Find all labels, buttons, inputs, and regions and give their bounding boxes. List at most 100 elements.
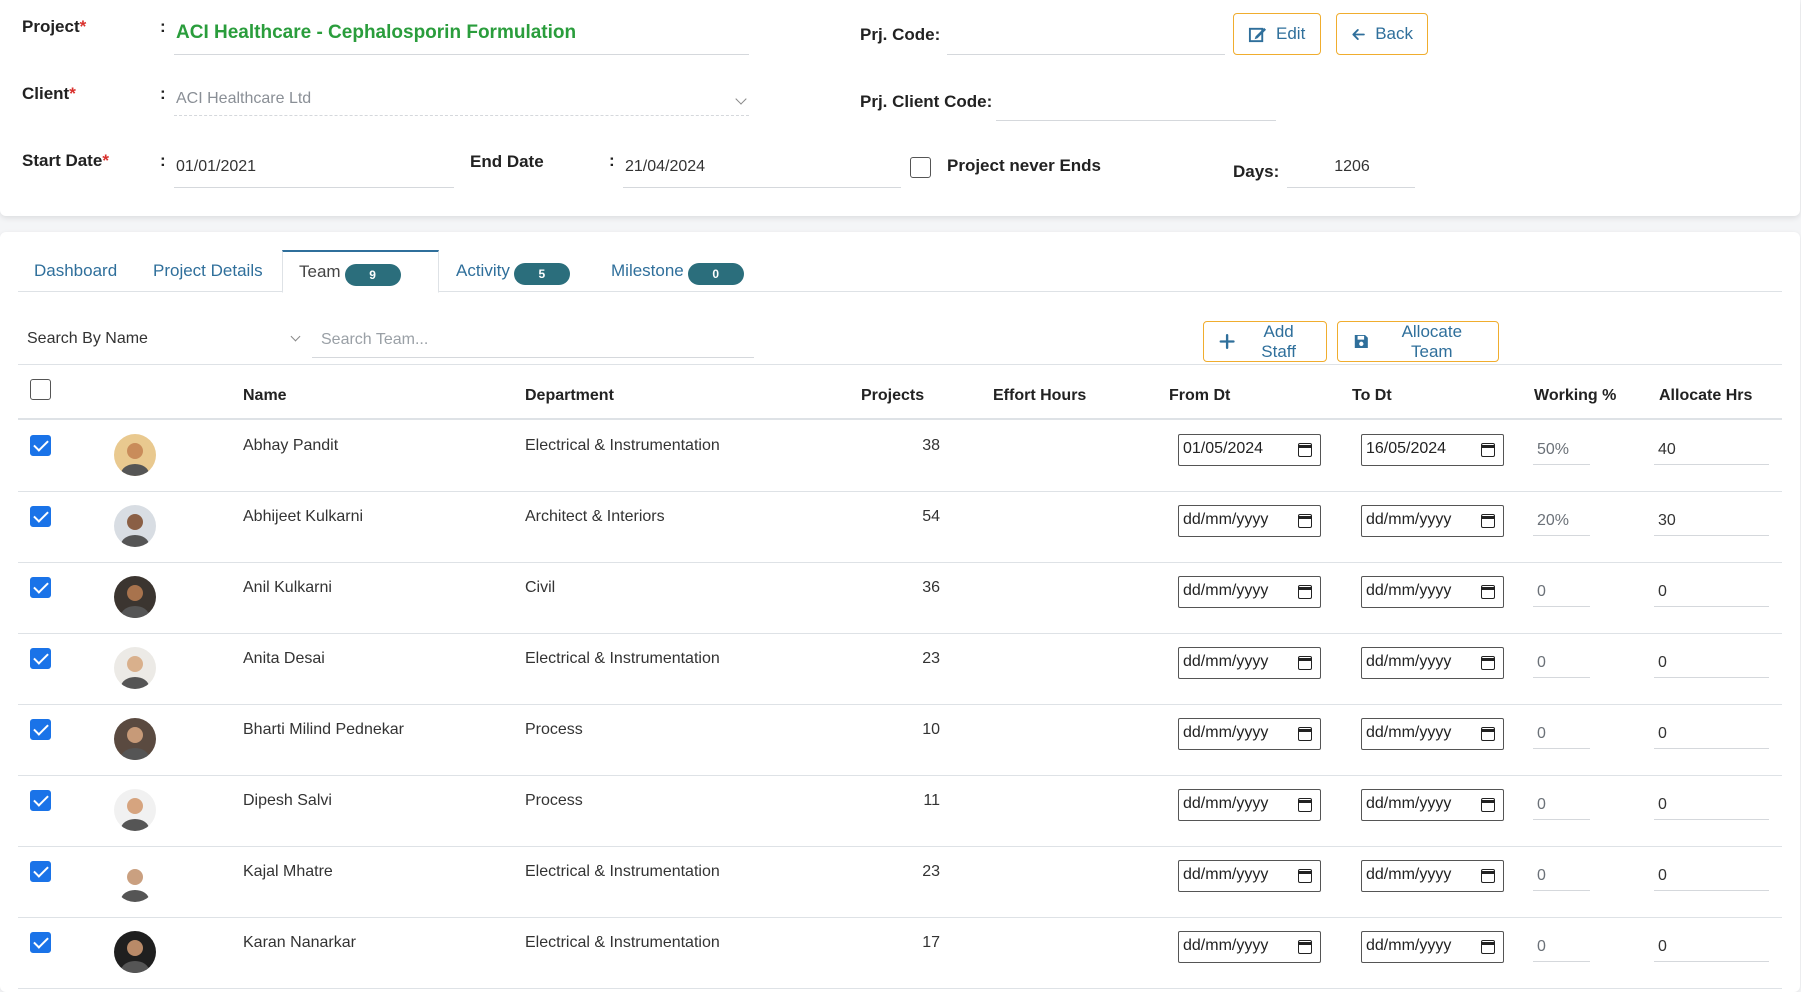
allocate-hrs-input[interactable]: 40 — [1654, 433, 1769, 465]
tab-activity[interactable]: Activity 5 — [440, 250, 586, 292]
plus-icon — [1219, 333, 1235, 350]
table-row: Kajal Mhatre Electrical & Instrumentation… — [18, 847, 1782, 918]
from-date-input[interactable]: dd/mm/yyyy — [1178, 789, 1321, 821]
back-button[interactable]: Back — [1336, 13, 1428, 55]
member-name: Anil Kulkarni — [243, 579, 332, 596]
row-checkbox[interactable] — [30, 932, 51, 953]
to-date-input[interactable]: dd/mm/yyyy — [1361, 860, 1504, 892]
prj-code-field[interactable] — [947, 22, 1225, 55]
working-pct-input[interactable]: 0 — [1533, 717, 1590, 749]
allocate-hrs-input[interactable]: 0 — [1654, 575, 1769, 607]
to-date-input[interactable]: dd/mm/yyyy — [1361, 718, 1504, 750]
row-checkbox[interactable] — [30, 648, 51, 669]
calendar-icon — [1480, 869, 1495, 883]
from-date-value: dd/mm/yyyy — [1183, 724, 1269, 741]
allocate-hrs-input[interactable]: 30 — [1654, 504, 1769, 536]
row-checkbox[interactable] — [30, 435, 51, 456]
allocate-team-button[interactable]: Allocate Team — [1337, 321, 1499, 362]
start-date-field[interactable]: 01/01/2021 — [174, 154, 454, 188]
allocate-hrs-input[interactable]: 0 — [1654, 646, 1769, 678]
edit-icon — [1248, 27, 1267, 42]
from-date-input[interactable]: dd/mm/yyyy — [1178, 718, 1321, 750]
member-projects: 11 — [923, 792, 940, 809]
allocate-team-label: Allocate Team — [1401, 321, 1463, 361]
tab-team[interactable]: Team 9 — [282, 250, 439, 293]
edit-label: Edit — [1276, 24, 1306, 43]
to-date-value: dd/mm/yyyy — [1366, 795, 1452, 812]
from-date-input[interactable]: dd/mm/yyyy — [1178, 860, 1321, 892]
from-date-input[interactable]: dd/mm/yyyy — [1178, 931, 1321, 963]
allocate-hrs-input[interactable]: 0 — [1654, 717, 1769, 749]
edit-button[interactable]: Edit — [1233, 13, 1321, 55]
member-name: Bharti Milind Pednekar — [243, 721, 404, 738]
working-pct-input[interactable]: 0 — [1533, 788, 1590, 820]
member-department: Process — [525, 721, 583, 738]
calendar-icon — [1297, 443, 1312, 457]
start-date-label: Start Date* — [22, 151, 109, 170]
row-checkbox[interactable] — [30, 506, 51, 527]
days-value: 1206 — [1287, 154, 1415, 188]
working-pct-input[interactable]: 0 — [1533, 930, 1590, 962]
working-pct-input[interactable]: 0 — [1533, 575, 1590, 607]
avatar-face — [127, 514, 143, 530]
arrow-left-icon — [1352, 28, 1365, 40]
tab-project-details[interactable]: Project Details — [137, 250, 279, 292]
table-row: Dipesh Salvi Process 11 dd/mm/yyyy dd/mm/yyy… — [18, 776, 1782, 847]
calendar-icon — [1297, 869, 1312, 883]
member-projects: 54 — [922, 508, 940, 525]
working-pct-input[interactable]: 0 — [1533, 646, 1590, 678]
working-pct-input[interactable]: 50% — [1533, 433, 1590, 465]
member-projects: 23 — [922, 863, 940, 880]
project-never-ends-label: Project never Ends — [947, 156, 1102, 175]
row-checkbox[interactable] — [30, 577, 51, 598]
prj-client-code-field[interactable] — [996, 88, 1276, 121]
row-checkbox[interactable] — [30, 790, 51, 811]
allocate-hrs-input[interactable]: 0 — [1654, 788, 1769, 820]
tab-bar: Dashboard Project Details Team 9 Activity… — [18, 250, 1782, 293]
project-name-field[interactable]: ACI Healthcare - Cephalosporin Formulati… — [174, 20, 749, 55]
tab-dashboard[interactable]: Dashboard — [18, 250, 133, 292]
search-by-select[interactable]: Search By Name — [18, 322, 308, 358]
table-row: Anita Desai Electrical & Instrumentation 2… — [18, 634, 1782, 705]
avatar-image — [114, 505, 156, 547]
tab-milestone[interactable]: Milestone 0 — [595, 250, 760, 292]
avatar-image — [114, 434, 156, 476]
client-select[interactable]: ACI Healthcare Ltd — [174, 86, 749, 116]
to-date-input[interactable]: dd/mm/yyyy — [1361, 789, 1504, 821]
calendar-icon — [1480, 585, 1495, 599]
member-projects: 17 — [922, 934, 940, 951]
end-date-field[interactable]: 21/04/2024 — [623, 154, 901, 188]
calendar-icon — [1297, 798, 1312, 812]
calendar-icon — [1480, 514, 1495, 528]
to-date-input[interactable]: dd/mm/yyyy — [1361, 505, 1504, 537]
from-date-input[interactable]: dd/mm/yyyy — [1178, 576, 1321, 608]
to-date-value: dd/mm/yyyy — [1366, 511, 1452, 528]
avatar-face — [127, 869, 143, 885]
search-team-input[interactable] — [312, 322, 754, 358]
row-checkbox[interactable] — [30, 861, 51, 882]
to-date-input[interactable]: dd/mm/yyyy — [1361, 576, 1504, 608]
project-never-ends-checkbox[interactable] — [910, 157, 931, 178]
member-department: Process — [525, 792, 583, 809]
working-pct-input[interactable]: 0 — [1533, 859, 1590, 891]
allocate-hrs-input[interactable]: 0 — [1654, 859, 1769, 891]
from-date-input[interactable]: dd/mm/yyyy — [1178, 505, 1321, 537]
from-date-input[interactable]: 01/05/2024 — [1178, 434, 1321, 466]
calendar-icon — [1480, 443, 1495, 457]
to-date-input[interactable]: dd/mm/yyyy — [1361, 647, 1504, 679]
to-date-input[interactable]: 16/05/2024 — [1361, 434, 1504, 466]
allocate-hrs-input[interactable]: 0 — [1654, 930, 1769, 962]
member-department: Electrical & Instrumentation — [525, 650, 720, 667]
row-checkbox[interactable] — [30, 719, 51, 740]
calendar-icon — [1480, 727, 1495, 741]
avatar — [114, 789, 156, 831]
col-from-dt: From Dt — [1169, 387, 1231, 404]
col-working-pct: Working % — [1534, 387, 1617, 404]
from-date-input[interactable]: dd/mm/yyyy — [1178, 647, 1321, 679]
from-date-value: dd/mm/yyyy — [1183, 795, 1269, 812]
add-staff-button[interactable]: Add Staff — [1203, 321, 1327, 362]
select-all-checkbox[interactable] — [30, 379, 51, 400]
table-row: Bharti Milind Pednekar Process 10 dd/mm/yyy… — [18, 705, 1782, 776]
working-pct-input[interactable]: 20% — [1533, 504, 1590, 536]
to-date-input[interactable]: dd/mm/yyyy — [1361, 931, 1504, 963]
